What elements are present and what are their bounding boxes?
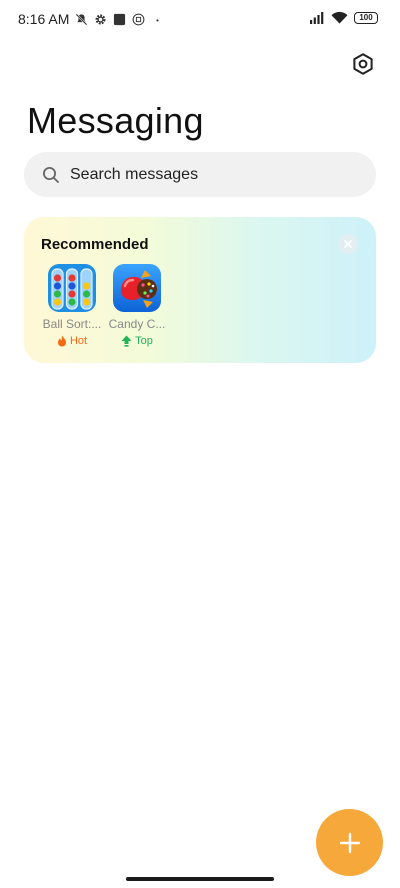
gear-icon [95,13,106,25]
battery-icon: 100 [354,11,378,24]
close-button[interactable] [338,234,358,254]
flame-icon [57,335,66,347]
signal-icon [310,12,324,24]
plus-icon [339,832,360,853]
page-title: Messaging [27,100,204,141]
top-badge: Top [107,335,167,347]
badge-label: Hot [69,335,88,347]
candy-crush-icon [113,264,161,312]
dot-icon [156,18,159,22]
notification-off-icon [76,13,88,25]
wifi-icon [331,11,348,24]
status-time: 8:16 AM [18,11,70,27]
app-name: Candy C... [108,317,166,331]
status-right: 100 [309,11,378,24]
status-left: 8:16 AM [18,11,164,27]
settings-button[interactable] [350,51,376,77]
status-bar: 8:16 AM 100 [0,0,400,40]
search-icon [43,166,59,183]
home-indicator[interactable] [126,877,274,881]
search-input[interactable]: Search messages [24,152,376,197]
ball-sort-icon [48,264,96,312]
settings-hexagon-icon [353,53,373,75]
search-placeholder: Search messages [70,165,199,183]
close-icon [344,240,352,248]
sim-icon [132,13,145,25]
arrow-up-icon [121,335,132,347]
app-tile-ball-sort[interactable]: Ball Sort:... Hot [42,264,102,347]
square-icon [114,13,126,25]
hot-badge: Hot [42,335,102,347]
new-message-button[interactable] [316,809,383,876]
app-tile-candy-crush[interactable]: Candy C... Top [107,264,167,347]
recommended-card: Recommended Ball Sort:... Hot Candy C...… [24,217,376,363]
recommended-title: Recommended [41,236,149,253]
app-name: Ball Sort:... [42,317,102,331]
badge-label: Top [135,335,153,347]
